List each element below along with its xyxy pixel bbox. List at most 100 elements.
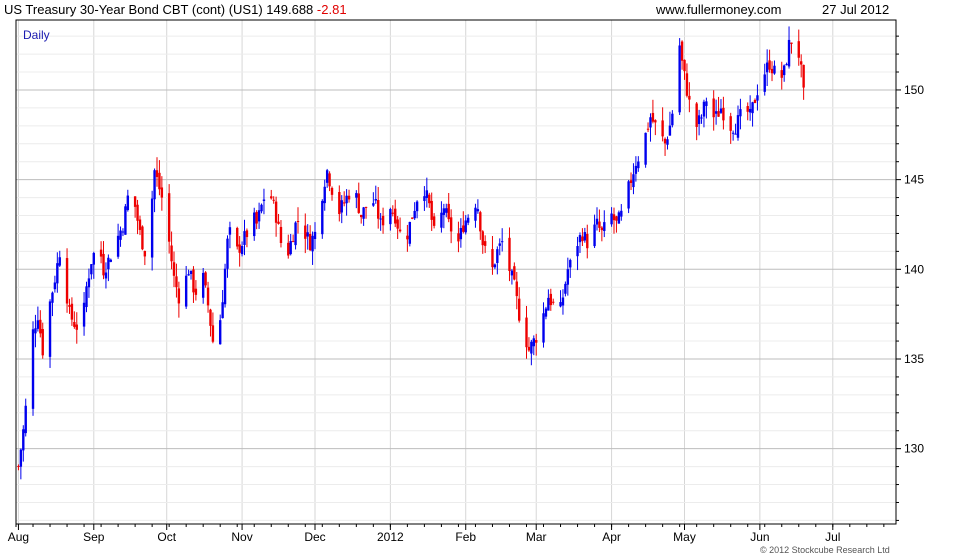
price-bar-body [542,313,545,343]
price-bar-body [85,286,88,308]
price-bar-body [491,249,494,268]
price-bar-body [406,235,409,240]
price-bar-body [58,257,61,266]
price-bar-body [82,302,86,327]
price-bar-body [518,298,521,321]
price-bar-body [245,230,249,238]
price-bar-body [160,187,164,198]
price-bar-body [680,41,684,61]
price-bar-body [678,45,681,113]
price-bar-body [41,329,44,356]
price-bar-body [496,249,499,264]
copyright-notice: © 2012 Stockcube Research Ltd [760,545,890,555]
price-bar-body [260,204,263,212]
price-bar-body [802,64,805,88]
price-bar-body [167,193,171,242]
price-bar-body [632,174,635,188]
price-bar-body [274,201,278,223]
price-bar-body [627,181,630,209]
price-bar-body [765,62,769,73]
price-bar-body [671,113,674,126]
price-bar-body [600,227,604,231]
price-bar-body [464,220,467,233]
price-bar-body [457,233,460,242]
price-bar-body [705,101,708,107]
price-bar-body [206,287,210,306]
price-bar-body [306,232,309,237]
price-bar-body [459,228,463,240]
price-bar-body [218,320,222,345]
price-bar-body [204,272,207,286]
price-bar-body [500,241,504,243]
x-tick-label-5: 2012 [377,530,404,544]
price-bar-body [432,216,436,226]
price-bar-body [430,200,433,220]
price-bar-body [170,245,173,262]
price-bar-body [87,278,91,288]
price-bar-body [569,260,572,268]
price-bar-body [19,449,23,467]
price-bar-body [763,74,766,92]
price-bar-body [172,262,176,276]
price-bar-body [68,305,71,307]
price-bar-body [48,301,52,357]
price-bar-body [525,317,528,348]
price-bar-body [398,229,402,232]
price-bar-body [770,68,774,74]
price-bar-body [483,241,487,246]
price-bar-body [785,64,788,66]
price-bar-body [294,222,297,246]
price-bar-body [141,226,144,250]
price-bar-body [683,59,686,72]
price-bar-body [685,73,689,96]
price-bar-body [649,117,652,128]
price-bar-body [347,195,351,200]
price-bar-body [311,235,314,252]
x-tick-label-0: Aug [8,530,29,544]
price-bar-body [345,195,348,204]
price-bar-body [92,252,95,265]
price-bar-body [479,212,482,232]
x-tick-label-9: May [673,530,696,544]
price-bar-body [396,219,399,229]
price-bar-body [304,225,307,239]
x-tick-label-10: Jun [750,530,769,544]
price-bar-body [187,274,190,276]
price-bar-body [415,201,419,212]
price-bar-body [476,209,480,212]
price-bar-body [104,272,108,279]
price-bars [17,26,805,480]
price-bar-body [549,293,553,306]
price-bar-body [240,246,244,255]
price-bar-body [116,235,120,257]
price-bar-body [442,208,446,215]
price-bar-body [136,204,139,221]
price-bar-body [359,214,363,218]
price-bar-body [243,231,246,245]
price-bar-body [194,288,198,295]
price-bar-body [211,325,215,342]
price-bar-body [255,211,258,224]
price-bar-body [158,172,161,190]
x-tick-label-1: Sep [83,530,105,544]
price-bar-body [321,200,324,235]
price-bar-body [610,213,613,225]
price-bar-body [381,215,385,226]
price-bar-body [209,309,212,326]
price-bar-body [270,196,273,199]
price-bar-body [663,138,667,144]
price-bar-body [739,109,742,117]
price-bar-body [389,209,392,225]
price-bar-body [413,210,416,219]
price-bar-body [566,269,570,285]
price-bar-body [544,308,548,317]
price-bar-body [498,243,501,246]
price-bar-body [342,202,346,204]
price-bar-body [753,99,757,104]
price-bar-body [736,115,740,138]
price-bar-body [773,65,776,74]
y-tick-label-135: 135 [904,352,924,366]
price-bar-body [717,111,720,117]
price-bar-body [564,283,567,294]
price-bar-body [530,341,533,354]
